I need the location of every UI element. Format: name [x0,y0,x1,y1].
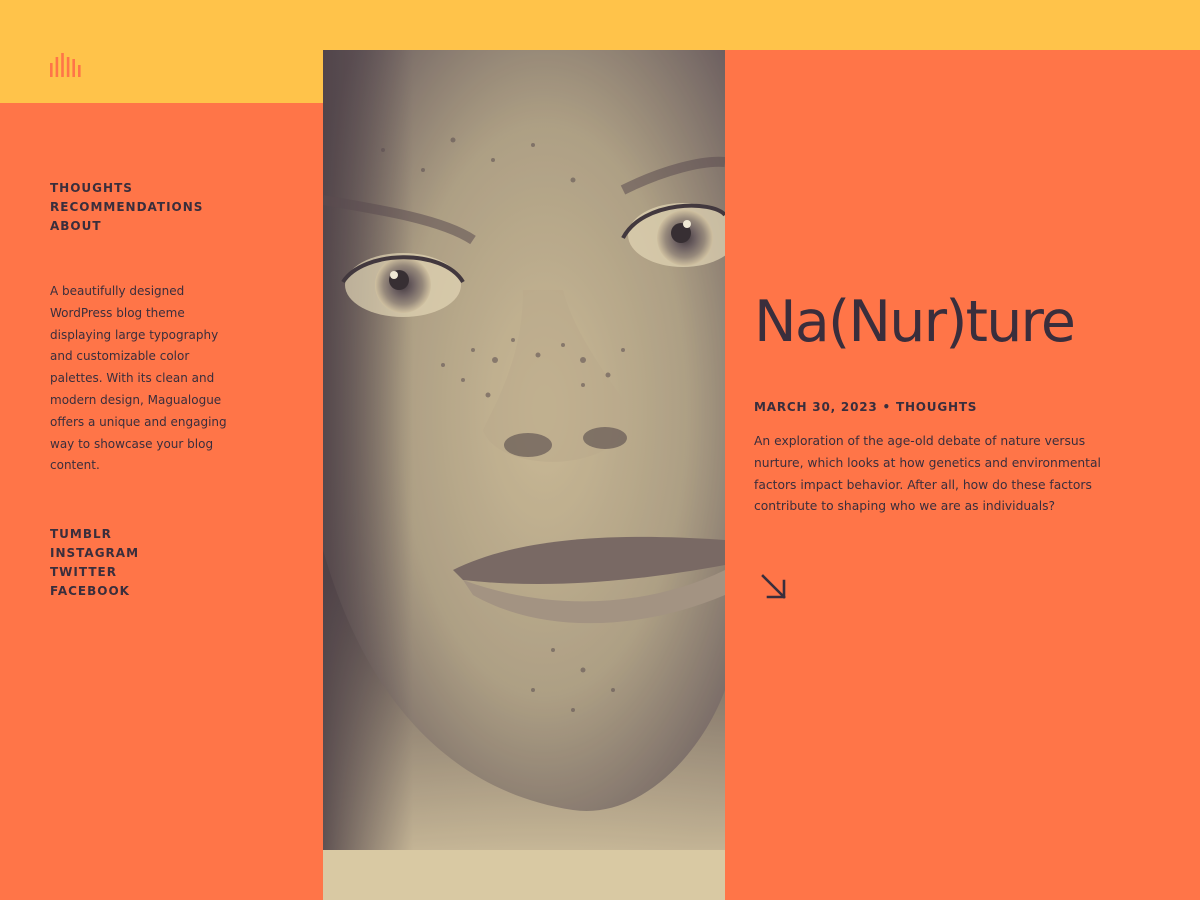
read-more-link[interactable] [758,572,790,604]
top-bar [0,0,1200,50]
social-links: TUMBLR INSTAGRAM TWITTER FACEBOOK [50,525,139,601]
nav-item-thoughts[interactable]: THOUGHTS [50,179,203,198]
main-nav: THOUGHTS RECOMMENDATIONS ABOUT [50,179,203,236]
social-link-twitter[interactable]: TWITTER [50,563,139,582]
site-tagline: A beautifully designed WordPress blog th… [50,284,227,473]
bars-logo-icon [50,53,81,77]
featured-image[interactable] [323,50,725,850]
sidebar-header [0,50,323,103]
post-meta: MARCH 30, 2023 • THOUGHTS [754,400,978,414]
site-logo[interactable] [50,53,81,77]
portrait-photo [323,50,725,850]
social-link-instagram[interactable]: INSTAGRAM [50,544,139,563]
social-link-facebook[interactable]: FACEBOOK [50,582,139,601]
post-title[interactable]: Na(Nur)ture [754,284,1076,360]
post-excerpt: An exploration of the age-old debate of … [754,434,1101,514]
social-link-tumblr[interactable]: TUMBLR [50,525,139,544]
arrow-down-right-icon [761,574,786,599]
nav-item-recommendations[interactable]: RECOMMENDATIONS [50,198,203,217]
nav-item-about[interactable]: ABOUT [50,217,203,236]
